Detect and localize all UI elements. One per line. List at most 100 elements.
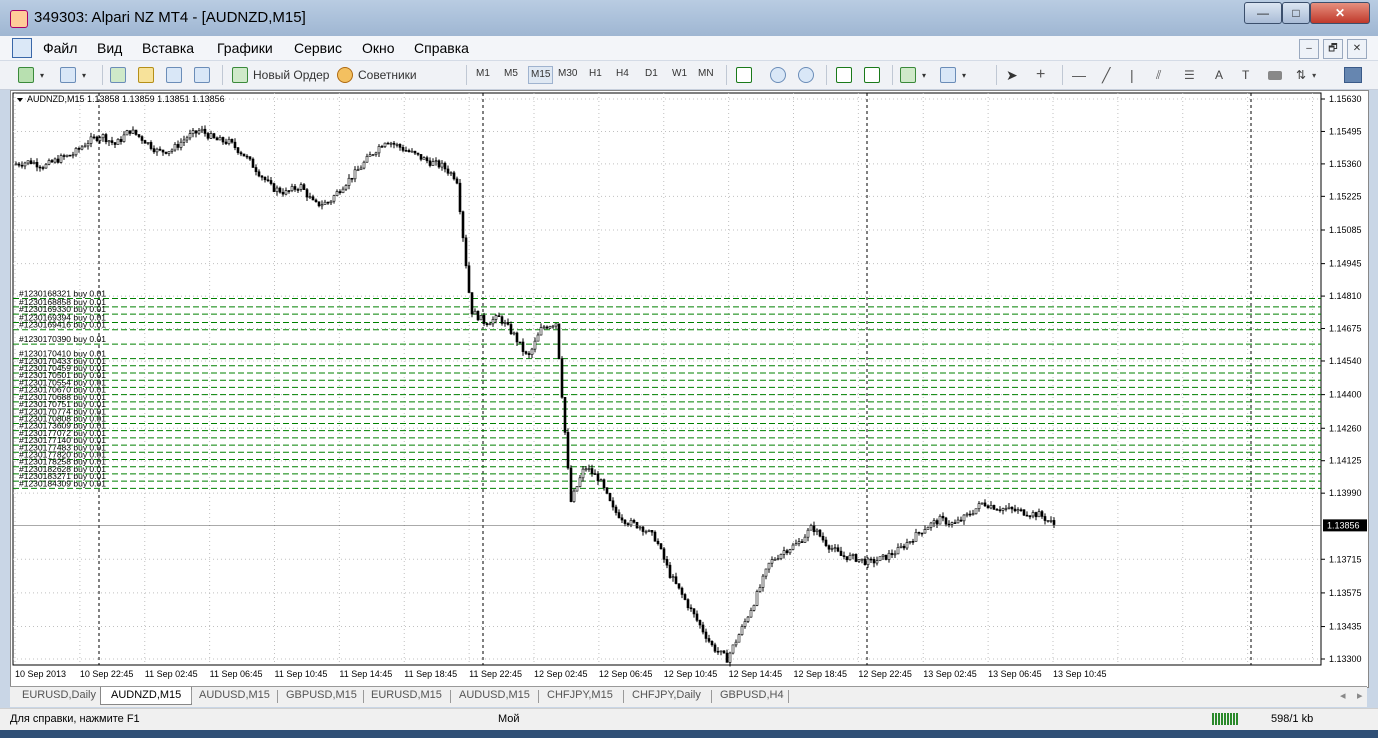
menu-help[interactable]: Справка <box>414 40 469 56</box>
tester-button[interactable] <box>194 66 210 84</box>
hline-icon[interactable]: — <box>1072 66 1086 84</box>
text-label-icon[interactable]: T <box>1242 66 1249 84</box>
candle-body <box>695 613 699 621</box>
time-tick-label: 11 Sep 14:45 <box>339 669 392 679</box>
timeframe-m5[interactable]: M5 <box>504 68 518 79</box>
candle-body <box>356 169 360 172</box>
candle-body <box>197 130 201 134</box>
trendline-icon[interactable]: ╱ <box>1102 66 1110 84</box>
time-tick-label: 12 Sep 10:45 <box>664 669 718 679</box>
tab-eurusd-m15[interactable]: EURUSD,M15 <box>371 689 442 701</box>
price-chart[interactable]: 1.15630 1.15495 1.15360 1.15225 1.15085 1.149… <box>11 91 1368 687</box>
candle-body <box>584 468 588 471</box>
menu-tools[interactable]: Сервис <box>294 40 342 56</box>
text-icon[interactable]: A <box>1215 66 1223 84</box>
menu-charts[interactable]: Графики <box>217 40 273 56</box>
candle-body <box>125 130 129 136</box>
timeframe-m30[interactable]: M30 <box>558 68 577 79</box>
vline-icon[interactable]: | <box>1130 66 1134 84</box>
close-button[interactable]: ✕ <box>1310 2 1370 24</box>
candle-body <box>101 134 105 139</box>
candle-body <box>170 149 174 152</box>
timeframe-h1[interactable]: H1 <box>589 68 602 79</box>
candle-body <box>995 509 999 511</box>
connection-indicator-icon <box>1212 713 1238 725</box>
tab-scroll-left[interactable]: ◂ <box>1340 689 1346 702</box>
periods-button[interactable]: ▾ <box>940 66 966 84</box>
candle-body <box>566 432 570 469</box>
menu-insert[interactable]: Вставка <box>142 40 194 56</box>
maximize-button[interactable]: □ <box>1282 2 1310 24</box>
menu-view[interactable]: Вид <box>97 40 122 56</box>
timeframe-w1[interactable]: W1 <box>672 68 687 79</box>
zoom-out-button[interactable] <box>798 66 814 84</box>
mdi-close-button[interactable]: ✕ <box>1347 39 1367 59</box>
candle-body <box>875 560 879 564</box>
bar-chart-button[interactable] <box>736 66 752 84</box>
timeframe-m15[interactable]: M15 <box>528 66 554 84</box>
fibo-icon[interactable]: ☰ <box>1184 66 1195 84</box>
autoscroll-button[interactable] <box>864 66 880 84</box>
candle-body <box>620 517 624 521</box>
candle-body <box>575 486 579 492</box>
market-watch-button[interactable] <box>110 66 126 84</box>
crosshair-icon[interactable]: + <box>1036 66 1045 84</box>
candle-body <box>230 138 234 143</box>
chart-window[interactable]: 1.15630 1.15495 1.15360 1.15225 1.15085 1.149… <box>10 90 1369 688</box>
tab-audusd-m15-2[interactable]: AUDUSD,M15 <box>459 689 530 701</box>
profiles-button[interactable]: ▾ <box>60 66 86 84</box>
price-tick-label: 1.14260 <box>1329 423 1362 433</box>
candle-body <box>155 148 159 153</box>
arrows-icon[interactable]: ⇅ ▾ <box>1296 66 1316 84</box>
tab-gbpusd-h4[interactable]: GBPUSD,H4 <box>720 689 784 701</box>
candle-body <box>677 583 681 589</box>
candle-body <box>905 542 909 549</box>
timeframe-m1[interactable]: M1 <box>476 68 490 79</box>
candle-body <box>92 136 96 139</box>
cursor-icon[interactable]: ➤ <box>1006 66 1018 84</box>
candle-body <box>68 154 72 157</box>
chart-header-arrow-icon[interactable] <box>17 98 23 102</box>
candle-body <box>83 145 87 148</box>
candle-body <box>152 148 156 153</box>
candle-body <box>191 130 195 134</box>
tab-eurusd-daily[interactable]: EURUSD,Daily <box>22 689 96 701</box>
time-tick-label: 10 Sep 22:45 <box>80 669 134 679</box>
tab-audusd-m15[interactable]: AUDUSD,M15 <box>199 689 270 701</box>
mdi-minimize-button[interactable]: – <box>1299 39 1319 59</box>
advisors-button[interactable]: Советники <box>337 66 417 84</box>
zoom-in-button[interactable] <box>770 66 786 84</box>
tab-gbpusd-m15[interactable]: GBPUSD,M15 <box>286 689 357 701</box>
channel-icon[interactable]: ⫽ <box>1156 66 1161 84</box>
time-tick-label: 12 Sep 06:45 <box>599 669 653 679</box>
indicators-button[interactable]: ▾ <box>900 66 926 84</box>
timeframe-d1[interactable]: D1 <box>645 68 658 79</box>
new-order-button[interactable]: Новый Ордер <box>232 66 329 84</box>
candle-body <box>338 191 342 194</box>
candle-body <box>815 529 819 533</box>
menu-window[interactable]: Окно <box>362 40 395 56</box>
document-icon[interactable] <box>12 38 32 58</box>
tab-audnzd-m15[interactable]: AUDNZD,M15 <box>100 687 193 705</box>
tab-scroll-right[interactable]: ▸ <box>1357 689 1363 702</box>
menu-file[interactable]: Файл <box>43 40 77 56</box>
grid-toggle-icon[interactable] <box>1344 66 1362 84</box>
candle-body <box>353 169 357 180</box>
candle-body <box>473 310 477 315</box>
candle-body <box>488 323 492 326</box>
tab-chfjpy-m15[interactable]: CHFJPY,M15 <box>547 689 613 701</box>
candle-body <box>1043 516 1047 521</box>
navigator-button[interactable] <box>138 66 154 84</box>
rectangle-icon[interactable] <box>1268 66 1282 84</box>
tab-chfjpy-daily[interactable]: CHFJPY,Daily <box>632 689 701 701</box>
mdi-restore-button[interactable]: 🗗 <box>1323 39 1343 59</box>
candle-body <box>953 522 957 524</box>
chart-shift-button[interactable] <box>836 66 852 84</box>
candle-body <box>740 626 744 635</box>
minimize-button[interactable]: — <box>1244 2 1282 24</box>
candle-body <box>461 211 465 239</box>
timeframe-h4[interactable]: H4 <box>616 68 629 79</box>
timeframe-mn[interactable]: MN <box>698 68 714 79</box>
new-chart-button[interactable]: ▾ <box>18 66 44 84</box>
terminal-button[interactable] <box>166 66 182 84</box>
